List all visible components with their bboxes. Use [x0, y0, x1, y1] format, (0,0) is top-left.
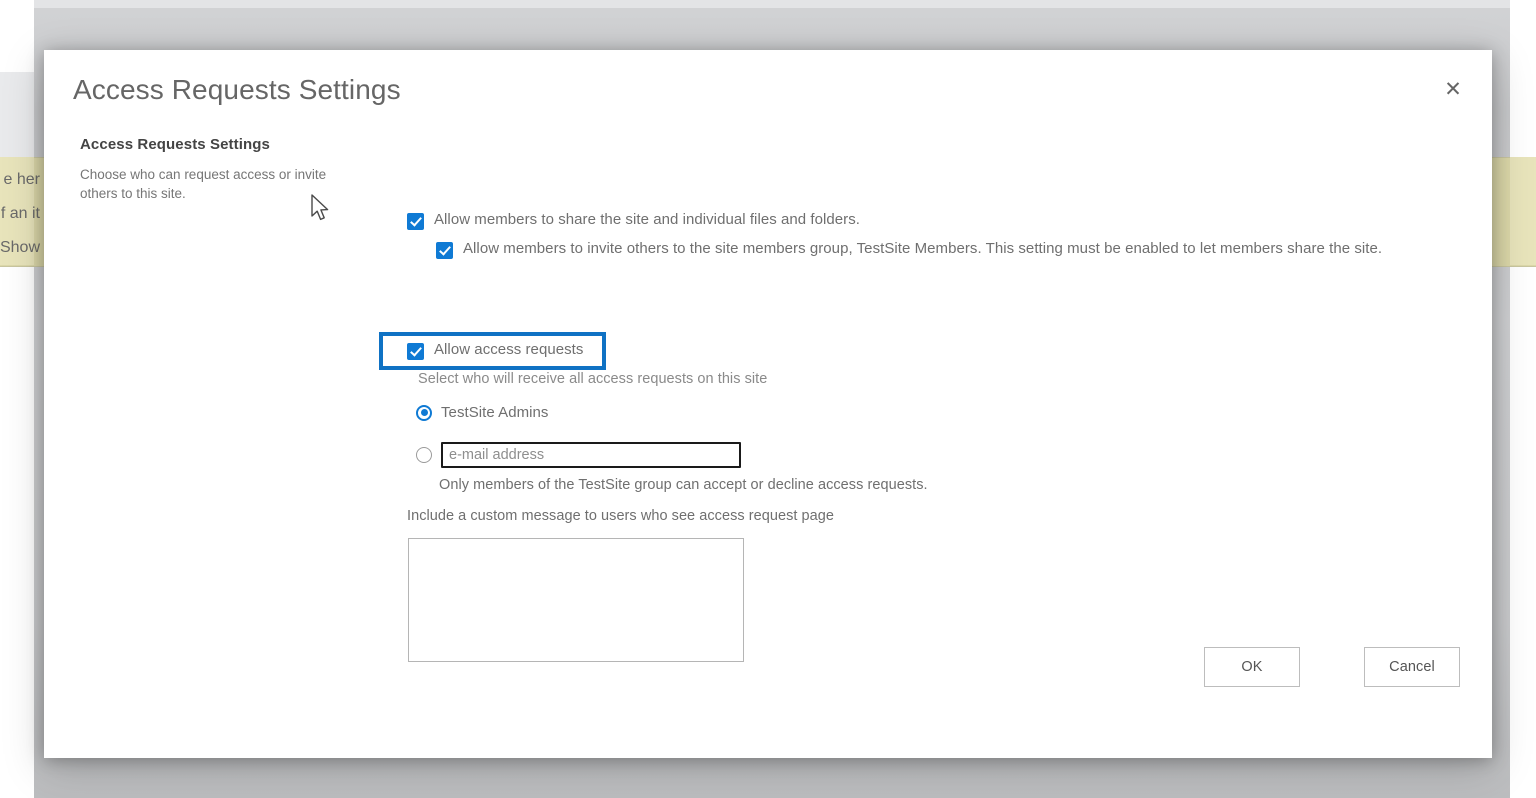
checkbox-row-invite-others[interactable]: Allow members to invite others to the si… [436, 239, 1382, 259]
access-requests-settings-dialog: ✕ Access Requests Settings Access Reques… [44, 50, 1492, 758]
background-banner-text: e her f an it Show [0, 163, 40, 265]
checkbox-invite-others-label: Allow members to invite others to the si… [463, 240, 1383, 257]
background-banner-line-3: Show [0, 239, 40, 256]
backdrop-top-strip [0, 0, 1536, 8]
radio-row-testsite-admins[interactable]: TestSite Admins [416, 404, 548, 421]
radio-testsite-admins-label: TestSite Admins [441, 404, 549, 421]
checkbox-allow-access-requests-label: Allow access requests [434, 341, 584, 358]
ok-button[interactable]: OK [1204, 647, 1300, 687]
access-requests-hint: Select who will receive all access reque… [418, 371, 768, 387]
checkbox-share-site-label: Allow members to share the site and indi… [434, 211, 860, 228]
sidebar-description: Choose who can request access or invite … [80, 167, 327, 201]
email-address-input[interactable] [441, 442, 741, 468]
background-banner-line-1: e her [3, 171, 40, 188]
background-column-label: artme [0, 90, 36, 107]
checkbox-invite-others[interactable] [436, 242, 453, 259]
background-notification-banner-right [1510, 157, 1536, 265]
close-icon[interactable]: ✕ [1430, 66, 1476, 112]
checkbox-row-allow-access-requests[interactable]: Allow access requests [407, 340, 583, 360]
background-column-header [0, 72, 34, 162]
sidebar-heading: Access Requests Settings [80, 136, 270, 153]
checkbox-share-site[interactable] [407, 213, 424, 230]
page-root: artme e her f an it Show ✕ Access Reques… [0, 0, 1536, 798]
dialog-sidebar: Access Requests Settings Choose who can … [80, 136, 330, 203]
recipient-note: Only members of the TestSite group can a… [439, 477, 928, 493]
custom-message-label: Include a custom message to users who se… [407, 508, 835, 524]
custom-message-textarea[interactable] [408, 538, 744, 662]
dialog-title: Access Requests Settings [73, 74, 401, 105]
checkbox-allow-access-requests[interactable] [407, 343, 424, 360]
radio-testsite-admins[interactable] [416, 404, 432, 421]
background-page-right-edge [1510, 0, 1536, 798]
checkbox-row-share-site[interactable]: Allow members to share the site and indi… [407, 210, 860, 230]
background-banner-line-2: f an it [0, 205, 40, 222]
cancel-button[interactable]: Cancel [1364, 647, 1460, 687]
radio-row-email-address[interactable] [416, 442, 741, 468]
radio-email-address[interactable] [416, 447, 432, 463]
